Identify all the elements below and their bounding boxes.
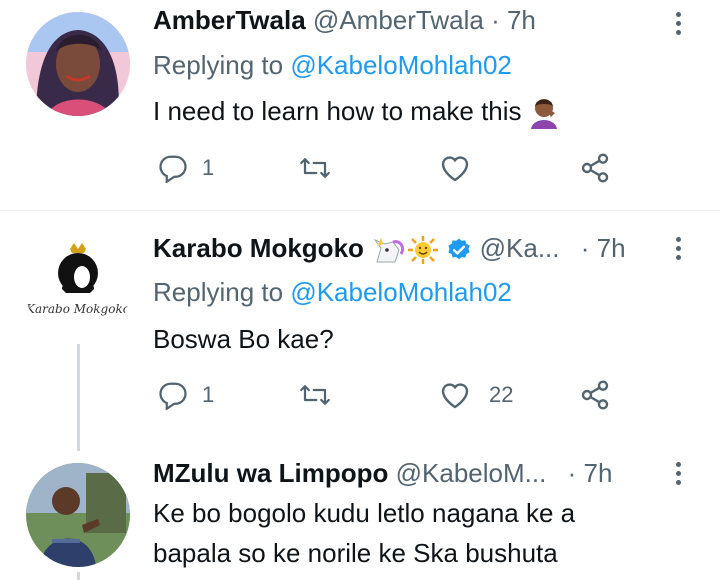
user-handle[interactable]: @KabeloM... (396, 458, 547, 488)
avatar-logo: Karabo Mokgoko (26, 239, 130, 343)
more-icon[interactable] (676, 12, 682, 39)
separator-dot: · (567, 458, 577, 488)
share-icon (581, 380, 609, 410)
replying-prefix: Replying to (153, 50, 291, 80)
replying-to-handle[interactable]: @KabeloMohlah02 (290, 50, 512, 80)
tweet-header: MZulu wa Limpopo @KabeloM... · 7h (153, 458, 612, 489)
replying-prefix: Replying to (153, 277, 291, 307)
timestamp[interactable]: 7h (583, 458, 612, 488)
more-icon[interactable] (676, 237, 682, 264)
tweet-karabo-mokgoko[interactable]: Karabo Mokgoko Karabo Mokgoko @Ka... · 7… (0, 211, 720, 451)
facepalm-emoji-icon (530, 99, 557, 130)
sun-emoji-icon (408, 236, 439, 265)
reply-count: 1 (202, 155, 215, 180)
like-icon (441, 156, 469, 182)
tweet-text-line: bapala so ke norile ke Ska bushuta (153, 538, 558, 568)
retweet-icon (300, 158, 330, 178)
like-icon (441, 383, 469, 409)
like-button[interactable] (439, 148, 471, 188)
share-icon (581, 153, 609, 183)
share-button[interactable] (579, 148, 611, 188)
display-name[interactable]: MZulu wa Limpopo (153, 458, 388, 488)
tweet-text-line: Ke bo bogolo kudu letlo nagana ke a (153, 498, 576, 528)
avatar-logo-text: Karabo Mokgoko (26, 302, 130, 316)
like-button[interactable]: 22 (439, 375, 513, 415)
user-handle[interactable]: @AmberTwala (313, 5, 484, 35)
verified-badge-icon (448, 238, 471, 260)
replying-to-handle[interactable]: @KabeloMohlah02 (290, 277, 512, 307)
tweet-header: Karabo Mokgoko @Ka... · 7h (153, 233, 626, 265)
replying-to: Replying to @KabeloMohlah02 (153, 50, 512, 81)
thread-line (77, 572, 80, 580)
retweet-icon (300, 385, 330, 405)
tweet-text: Ke bo bogolo kudu letlo nagana ke a bapa… (153, 493, 575, 573)
tweet-actions: 1 22 (0, 375, 720, 415)
retweet-button[interactable] (298, 148, 332, 188)
reply-button[interactable]: 1 (158, 148, 214, 188)
avatar[interactable] (26, 463, 130, 567)
display-name[interactable]: Karabo Mokgoko (153, 233, 364, 263)
reply-icon (159, 382, 187, 410)
tweet-actions: 1 (0, 148, 720, 188)
replying-to: Replying to @KabeloMohlah02 (153, 277, 512, 308)
separator-dot: · (580, 233, 590, 263)
reply-count: 1 (202, 382, 215, 407)
tweet-text: Boswa Bo kae? (153, 319, 334, 359)
tweet-header: AmberTwala @AmberTwala · 7h (153, 5, 536, 36)
reply-button[interactable]: 1 (158, 375, 214, 415)
user-handle[interactable]: @Ka... (480, 233, 560, 263)
avatar[interactable]: Karabo Mokgoko (26, 239, 130, 343)
avatar[interactable] (26, 12, 130, 116)
tweet-text-content: I need to learn how to make this (153, 96, 522, 126)
avatar-photo (26, 463, 130, 567)
like-count: 22 (489, 382, 514, 407)
tweet-ambertwala[interactable]: AmberTwala @AmberTwala · 7h Replying to … (0, 0, 720, 210)
separator-dot: · (491, 5, 500, 35)
timestamp[interactable]: 7h (597, 233, 626, 263)
tweet-mzulu-wa-limpopo[interactable]: MZulu wa Limpopo @KabeloM... · 7h Ke bo … (0, 451, 720, 580)
tweet-text-content: Boswa Bo kae? (153, 324, 334, 354)
display-name[interactable]: AmberTwala (153, 5, 306, 35)
share-button[interactable] (579, 375, 611, 415)
more-icon[interactable] (676, 462, 682, 489)
unicorn-emoji-icon (373, 238, 405, 263)
retweet-button[interactable] (298, 375, 332, 415)
avatar-portrait (26, 12, 130, 116)
tweet-text: I need to learn how to make this (153, 91, 559, 131)
timestamp[interactable]: 7h (507, 5, 536, 35)
reply-icon (159, 155, 187, 183)
